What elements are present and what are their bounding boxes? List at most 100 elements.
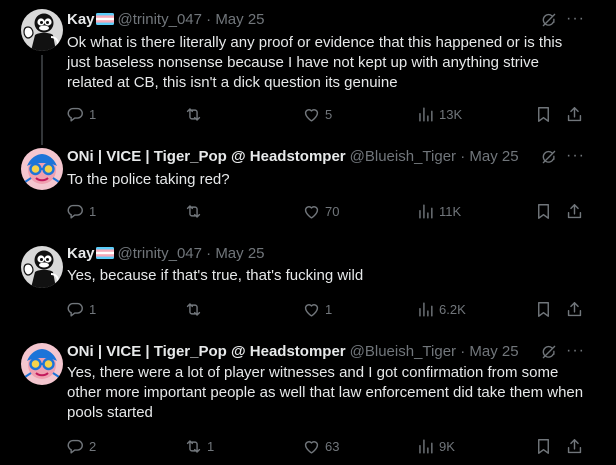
more-icon[interactable]: ··· — [566, 148, 584, 167]
tweet-date[interactable]: May 25 — [215, 11, 264, 28]
display-name[interactable]: Kay — [67, 245, 95, 262]
tweet-header: Kay @trinity_047 · May 25 — [67, 10, 265, 30]
tweet-header: Kay @trinity_047 · May 25 — [67, 244, 265, 264]
separator: · — [206, 11, 212, 28]
views-button[interactable]: 13K — [416, 104, 462, 124]
display-name[interactable]: ONi | VICE | Tiger_Pop @ Headstomper — [67, 343, 346, 360]
bookmark-icon — [534, 300, 553, 319]
retweet-button[interactable] — [184, 299, 207, 319]
tweet-date[interactable]: May 25 — [469, 343, 518, 360]
views-icon — [416, 437, 435, 456]
heart-icon — [302, 105, 321, 124]
avatar[interactable] — [21, 148, 63, 190]
tweet-actions: 2 1 63 9K — [62, 436, 592, 456]
reply-button[interactable]: 2 — [66, 436, 96, 456]
tweet-actions: 1 1 6.2K — [62, 299, 592, 319]
reply-icon — [66, 105, 85, 124]
views-button[interactable]: 11K — [416, 201, 461, 221]
bookmark-button[interactable] — [534, 201, 553, 221]
retweet-button[interactable]: 1 — [184, 436, 214, 456]
share-button[interactable] — [565, 104, 584, 124]
reply-icon — [66, 202, 85, 221]
bookmark-icon — [534, 437, 553, 456]
retweet-icon — [184, 202, 203, 221]
bookmark-icon — [534, 105, 553, 124]
reply-icon — [66, 300, 85, 319]
like-count: 1 — [325, 301, 333, 317]
tweet-header: ONi | VICE | Tiger_Pop @ Headstomper @Blu… — [67, 342, 519, 362]
grok-icon[interactable] — [540, 148, 558, 166]
reply-count: 1 — [89, 301, 97, 317]
tweet-text: Yes, because if that's true, that's fuck… — [67, 267, 364, 284]
views-icon — [416, 105, 435, 124]
reply-button[interactable]: 1 — [66, 299, 96, 319]
tweet-date[interactable]: May 25 — [469, 148, 518, 165]
display-name[interactable]: ONi | VICE | Tiger_Pop @ Headstomper — [67, 148, 346, 165]
bookmark-button[interactable] — [534, 299, 553, 319]
share-button[interactable] — [565, 436, 584, 456]
views-count: 11K — [439, 203, 462, 219]
share-icon — [565, 300, 584, 319]
like-button[interactable]: 1 — [302, 299, 332, 319]
like-count: 5 — [325, 106, 333, 122]
tweet-text: Yes, there were a lot of player witnesse… — [67, 364, 584, 421]
tweet-text: Ok what is there literally any proof or … — [67, 34, 563, 91]
bookmark-button[interactable] — [534, 436, 553, 456]
views-count: 6.2K — [439, 301, 466, 317]
trans-flag-icon — [96, 247, 114, 259]
user-handle[interactable]: @Blueish_Tiger — [350, 343, 456, 360]
reply-count: 1 — [89, 106, 97, 122]
display-name[interactable]: Kay — [67, 11, 95, 28]
user-handle[interactable]: @trinity_047 — [118, 11, 202, 28]
views-icon — [416, 202, 435, 221]
separator: · — [460, 343, 466, 360]
more-icon[interactable]: ··· — [566, 343, 584, 362]
heart-icon — [302, 437, 321, 456]
retweet-count: 1 — [207, 438, 215, 454]
tweet-date[interactable]: May 25 — [215, 245, 264, 262]
views-count: 9K — [439, 438, 455, 454]
avatar[interactable] — [21, 246, 63, 288]
retweet-icon — [184, 437, 203, 456]
like-button[interactable]: 63 — [302, 436, 339, 456]
retweet-button[interactable] — [184, 104, 207, 124]
reply-button[interactable]: 1 — [66, 104, 96, 124]
retweet-icon — [184, 300, 203, 319]
avatar[interactable] — [21, 9, 63, 51]
bookmark-button[interactable] — [534, 104, 553, 124]
avatar[interactable] — [21, 343, 63, 385]
separator: · — [460, 148, 466, 165]
share-button[interactable] — [565, 299, 584, 319]
views-button[interactable]: 6.2K — [416, 299, 466, 319]
tweet-actions: 1 70 11K — [62, 201, 592, 221]
like-button[interactable]: 5 — [302, 104, 332, 124]
retweet-icon — [184, 105, 203, 124]
share-icon — [565, 202, 584, 221]
reply-icon — [66, 437, 85, 456]
tweet-actions: 1 5 13K — [62, 104, 592, 124]
tweet-header: ONi | VICE | Tiger_Pop @ Headstomper @Blu… — [67, 147, 519, 167]
share-icon — [565, 105, 584, 124]
grok-icon[interactable] — [540, 343, 558, 361]
like-button[interactable]: 70 — [302, 201, 339, 221]
more-icon[interactable]: ··· — [566, 11, 584, 30]
grok-icon[interactable] — [540, 11, 558, 29]
views-count: 13K — [439, 106, 463, 122]
bookmark-icon — [534, 202, 553, 221]
user-handle[interactable]: @Blueish_Tiger — [350, 148, 456, 165]
user-handle[interactable]: @trinity_047 — [118, 245, 202, 262]
separator: · — [206, 245, 212, 262]
retweet-button[interactable] — [184, 201, 207, 221]
like-count: 63 — [325, 438, 340, 454]
trans-flag-icon — [96, 13, 114, 25]
views-button[interactable]: 9K — [416, 436, 455, 456]
tweet-text: To the police taking red? — [67, 171, 230, 188]
heart-icon — [302, 300, 321, 319]
heart-icon — [302, 202, 321, 221]
reply-count: 1 — [89, 203, 97, 219]
reply-button[interactable]: 1 — [66, 201, 96, 221]
share-icon — [565, 437, 584, 456]
thread-line — [41, 55, 43, 145]
share-button[interactable] — [565, 201, 584, 221]
like-count: 70 — [325, 203, 340, 219]
